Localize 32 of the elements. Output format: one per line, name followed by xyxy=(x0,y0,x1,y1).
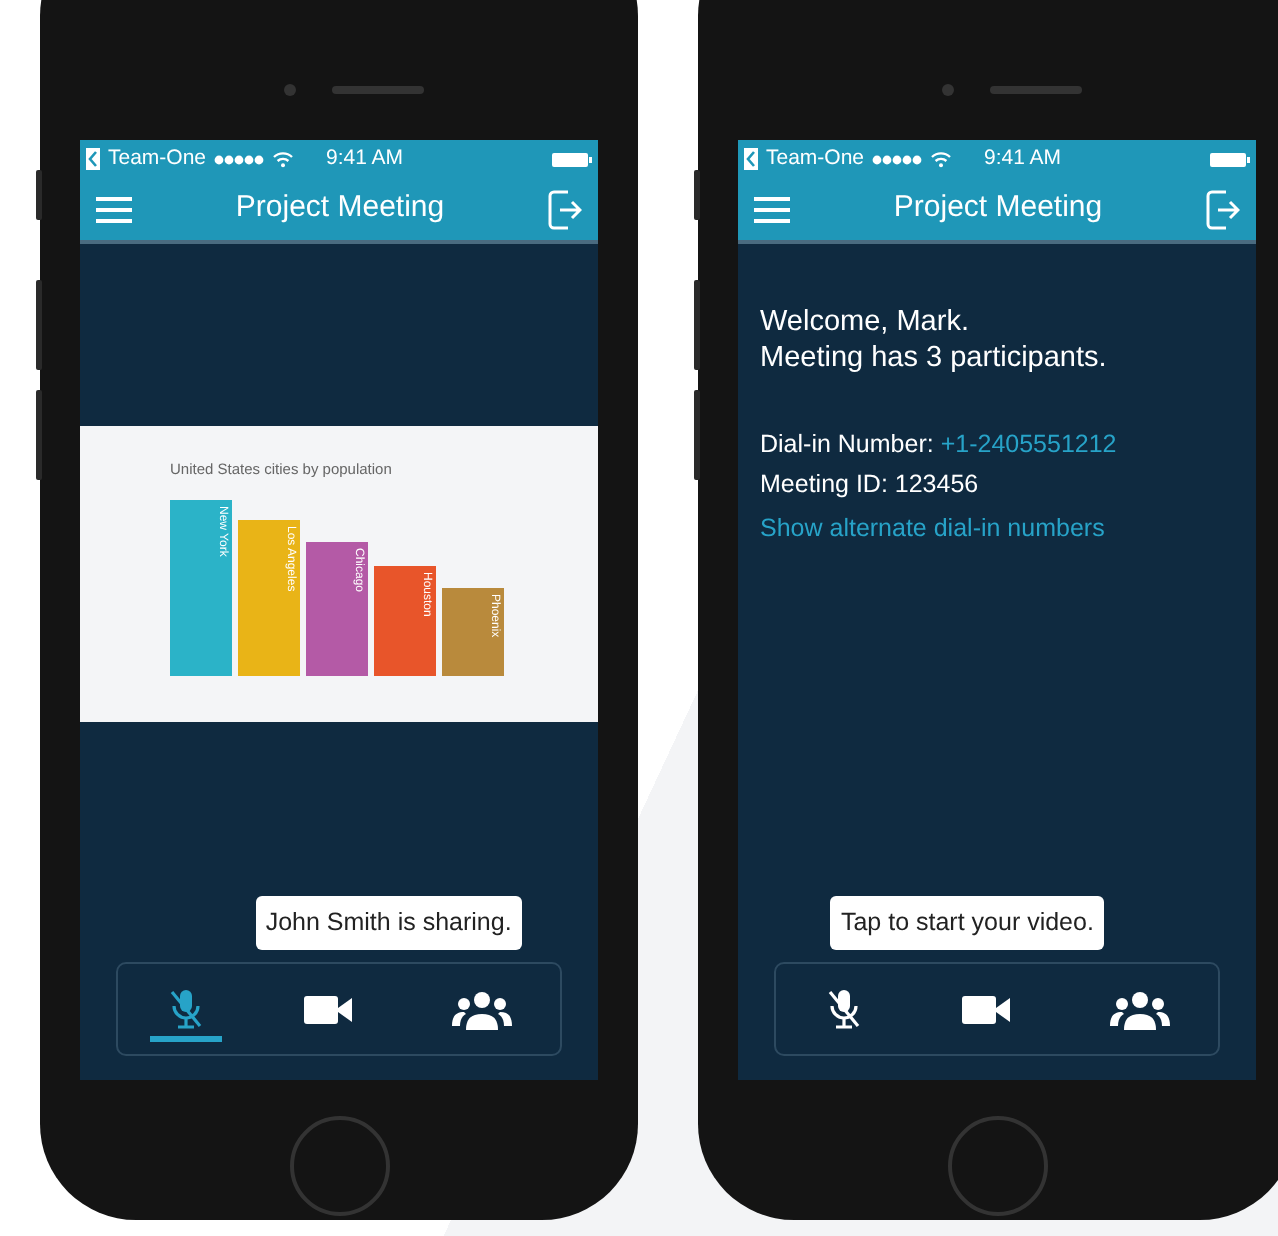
dial-in-label: Dial-in Number: xyxy=(760,430,934,459)
exit-icon[interactable] xyxy=(548,189,582,229)
participant-count: Meeting has 3 participants. xyxy=(760,340,1109,377)
camera-lens xyxy=(283,84,295,96)
back-icon[interactable] xyxy=(744,148,758,170)
tooltip: Tap to start your video. xyxy=(830,895,1104,949)
battery-icon xyxy=(552,151,592,167)
meeting-id: Meeting ID: 123456 xyxy=(760,468,981,503)
alternate-numbers-link[interactable]: Show alternate dial-in numbers xyxy=(760,508,1105,549)
back-app-label[interactable]: Team-One xyxy=(108,143,207,175)
back-icon[interactable] xyxy=(86,148,100,170)
signal-icon xyxy=(214,153,265,165)
people-icon xyxy=(1109,989,1170,1029)
microphone-icon xyxy=(824,988,865,1030)
exit-icon[interactable] xyxy=(1206,189,1240,229)
menu-icon[interactable] xyxy=(96,195,132,223)
screen-title: Project Meeting xyxy=(893,188,1103,229)
menu-icon[interactable] xyxy=(754,195,790,223)
phone-number-link[interactable]: +1-2405551212 xyxy=(940,430,1117,459)
tooltip: John Smith is sharing. xyxy=(255,895,522,949)
people-icon xyxy=(451,989,512,1029)
status-time: 9:41 AM xyxy=(326,143,404,174)
battery-icon xyxy=(1210,151,1250,167)
screen-title: Project Meeting xyxy=(235,188,445,229)
microphone-icon xyxy=(166,988,207,1030)
camera-lens xyxy=(941,84,953,96)
back-app-label[interactable]: Team-One xyxy=(766,143,865,175)
wifi-icon xyxy=(272,150,295,168)
wifi-icon xyxy=(930,150,953,168)
welcome-message: Welcome, Mark. xyxy=(760,304,971,341)
signal-icon xyxy=(872,153,923,165)
status-time: 9:41 AM xyxy=(984,143,1062,174)
